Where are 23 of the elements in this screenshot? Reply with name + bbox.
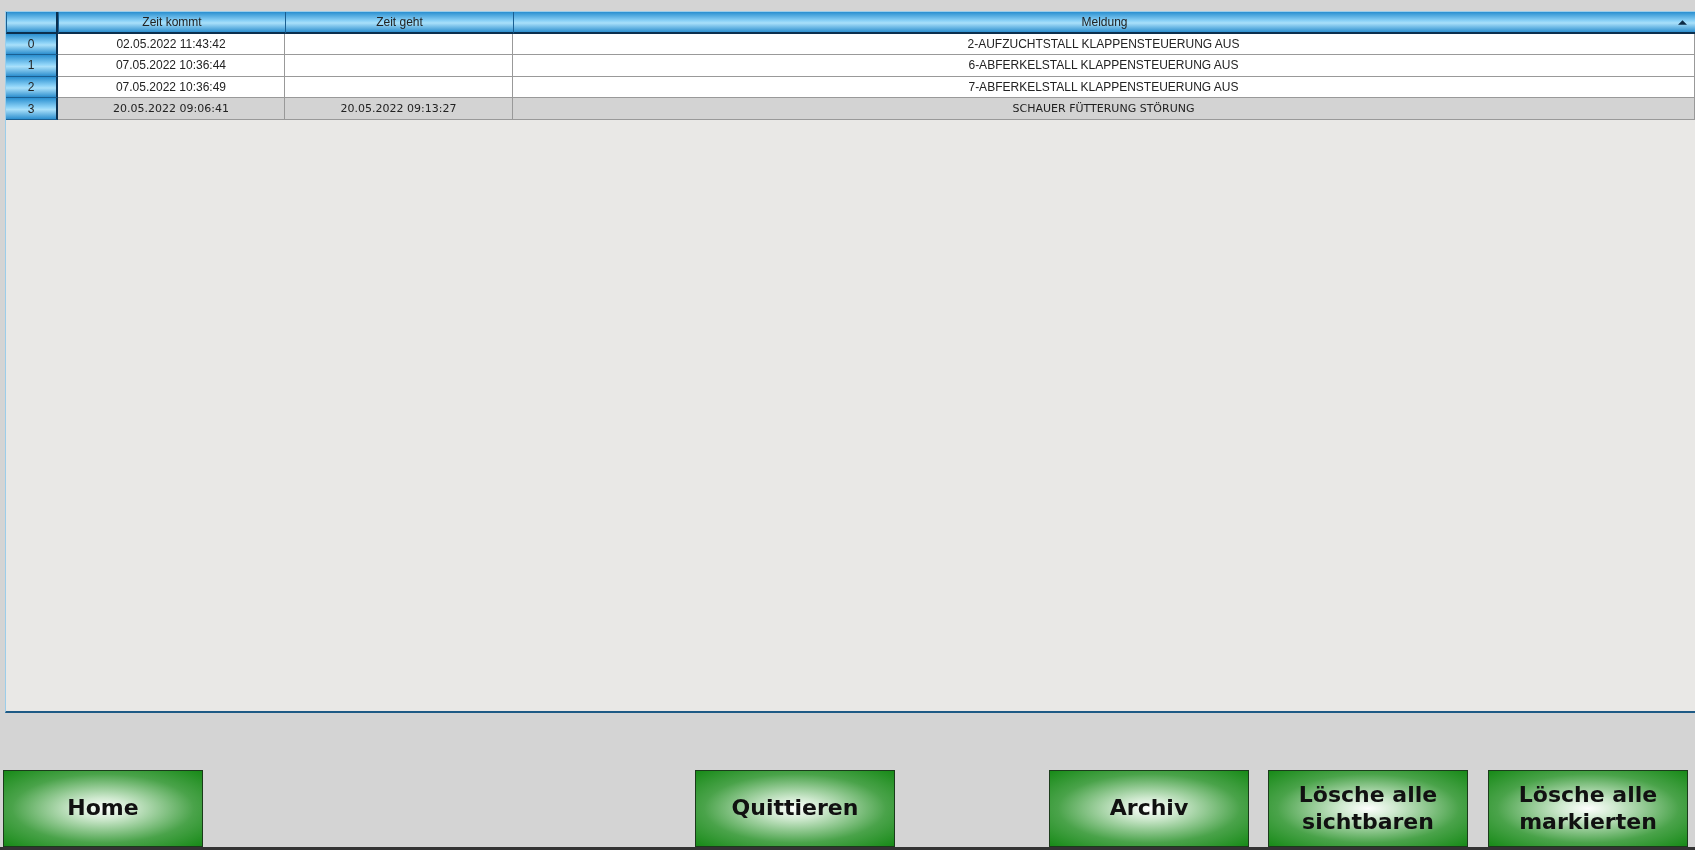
table-cell: 20.05.2022 09:06:41	[58, 98, 285, 120]
table-cell: 20.05.2022 09:13:27	[285, 98, 513, 120]
table-cell: SCHAUER FÜTTERUNG STÖRUNG	[513, 98, 1695, 120]
column-header[interactable]: Zeit kommt	[58, 12, 285, 34]
table-cell: 07.05.2022 10:36:44	[58, 55, 285, 77]
column-header[interactable]: Zeit geht	[285, 12, 513, 34]
row-header[interactable]: 3	[6, 98, 58, 120]
column-header[interactable]: Meldung	[513, 12, 1695, 34]
action-button[interactable]: Home	[3, 770, 203, 847]
column-header[interactable]	[6, 12, 58, 34]
table-cell: 2-AUFZUCHTSTALL KLAPPENSTEUERUNG AUS	[513, 33, 1695, 56]
action-button[interactable]: Lösche alle markierten	[1488, 770, 1688, 847]
row-header[interactable]: 0	[6, 33, 58, 56]
action-button[interactable]: Quittieren	[695, 770, 895, 847]
table-cell: 7-ABFERKELSTALL KLAPPENSTEUERUNG AUS	[513, 76, 1695, 99]
sort-ascending-icon	[1678, 20, 1687, 25]
action-button[interactable]: Lösche alle sichtbaren	[1268, 770, 1468, 847]
row-header[interactable]: 1	[6, 55, 58, 77]
table-cell: 6-ABFERKELSTALL KLAPPENSTEUERUNG AUS	[513, 55, 1695, 77]
row-header[interactable]: 2	[6, 76, 58, 99]
table-cell: 07.05.2022 10:36:49	[58, 76, 285, 99]
table-cell: 02.05.2022 11:43:42	[58, 33, 285, 56]
action-button[interactable]: Archiv	[1049, 770, 1249, 847]
